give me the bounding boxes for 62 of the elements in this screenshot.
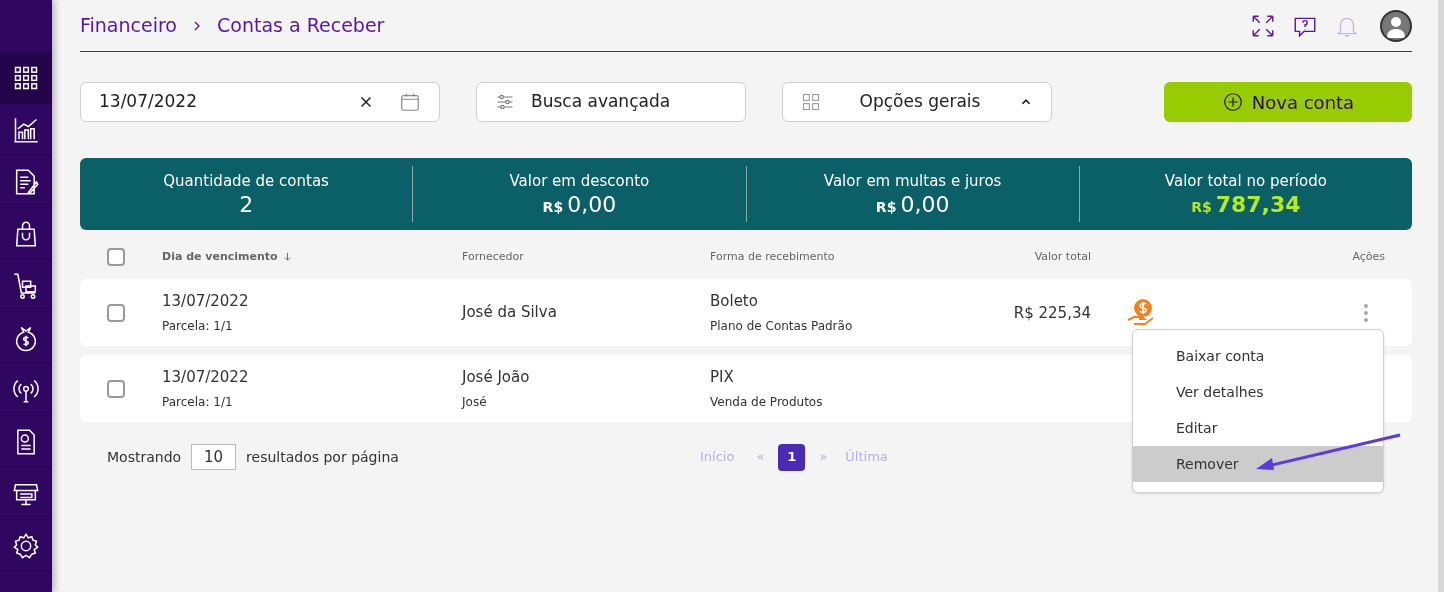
general-options-dropdown[interactable]: Opções gerais [782, 82, 1052, 122]
currency-symbol: R$ [542, 198, 564, 218]
table-cell-text: Boleto [710, 291, 759, 313]
table-cell-text: Parcela: 1/1 [162, 393, 234, 411]
sidebar-item[interactable] [0, 52, 52, 104]
table-cell-text: José João [462, 367, 531, 389]
menu-item[interactable]: Ver detalhes [1133, 374, 1383, 410]
page-size-field[interactable]: 10 [191, 444, 237, 470]
bar-chart-icon [12, 115, 40, 144]
table-cell-text: 13/07/2022 [162, 291, 250, 313]
table-cell-text: 13/07/2022 [162, 367, 250, 389]
checkbox[interactable] [107, 248, 125, 266]
page-size-label: resultados por página [246, 447, 399, 467]
breadcrumb-link[interactable]: Contas a Receber [217, 11, 385, 40]
summary-value: 2 [239, 192, 254, 219]
table-cell-text: Parcela: 1/1 [162, 317, 234, 335]
pay-icon[interactable] [1127, 297, 1155, 328]
plus-circle-icon [1221, 91, 1244, 113]
table-cell-text: José da Silva [462, 302, 558, 324]
sidebar-item[interactable] [0, 312, 52, 364]
table-cell-text: PIX [710, 367, 735, 389]
summary-label: Valor total no período [1164, 170, 1327, 192]
summary-label: Valor em desconto [509, 170, 650, 192]
page-size-label: Mostrando [107, 447, 182, 467]
sidebar-item[interactable] [0, 104, 52, 156]
page-link[interactable]: 1 [778, 443, 806, 471]
sidebar-item[interactable] [0, 208, 52, 260]
checkbox[interactable] [107, 303, 125, 322]
table-cell: R$ 225,34 [1013, 303, 1091, 322]
table-row[interactable]: 13/07/2022 Parcela: 1/1 José da Silva Boleto Plano de Contas Padrão R$ 225,34 [80, 279, 1412, 346]
calendar-icon [399, 91, 421, 113]
new-account-button[interactable]: Nova conta [1164, 82, 1412, 122]
column-header: Ações [1352, 249, 1385, 263]
sidebar-item[interactable] [0, 468, 52, 520]
summary-value: 0,00 [567, 192, 617, 219]
table-cell-text: José [462, 393, 488, 411]
date-field[interactable]: 13/07/2022 [80, 82, 440, 122]
breadcrumb-link[interactable]: Financeiro [80, 11, 177, 40]
settings-icon [12, 531, 40, 560]
column-header: Forma de recebimento [710, 249, 835, 263]
currency-symbol: R$ [875, 198, 897, 218]
table-cell-text: Plano de Contas Padrão [710, 317, 854, 335]
currency-symbol: R$ [1191, 198, 1212, 218]
column-header: Valor total [1034, 249, 1091, 263]
grid-icon [801, 92, 821, 112]
menu-item[interactable]: Remover [1133, 446, 1383, 482]
table-cell-text: Venda de Produtos [710, 393, 824, 411]
avatar[interactable] [1380, 9, 1412, 42]
sidebar-item[interactable] [0, 260, 52, 312]
sliders-icon [495, 92, 515, 112]
advanced-search-button[interactable]: Busca avançada [476, 82, 746, 122]
sidebar-item[interactable] [0, 416, 52, 468]
sidebar-item[interactable] [0, 364, 52, 416]
summary-value: 0,00 [900, 192, 950, 219]
summary-label: Valor em multas e juros [823, 170, 1002, 192]
summary-label: Quantidade de contas [163, 170, 329, 192]
sidebar-item[interactable] [0, 520, 52, 572]
column-header: Fornecedor [462, 249, 524, 263]
sidebar-item[interactable] [0, 156, 52, 208]
checkbox[interactable] [107, 379, 125, 398]
summary-value: 787,34 [1215, 192, 1301, 219]
column-header[interactable]: Dia de vencimento [162, 249, 278, 263]
